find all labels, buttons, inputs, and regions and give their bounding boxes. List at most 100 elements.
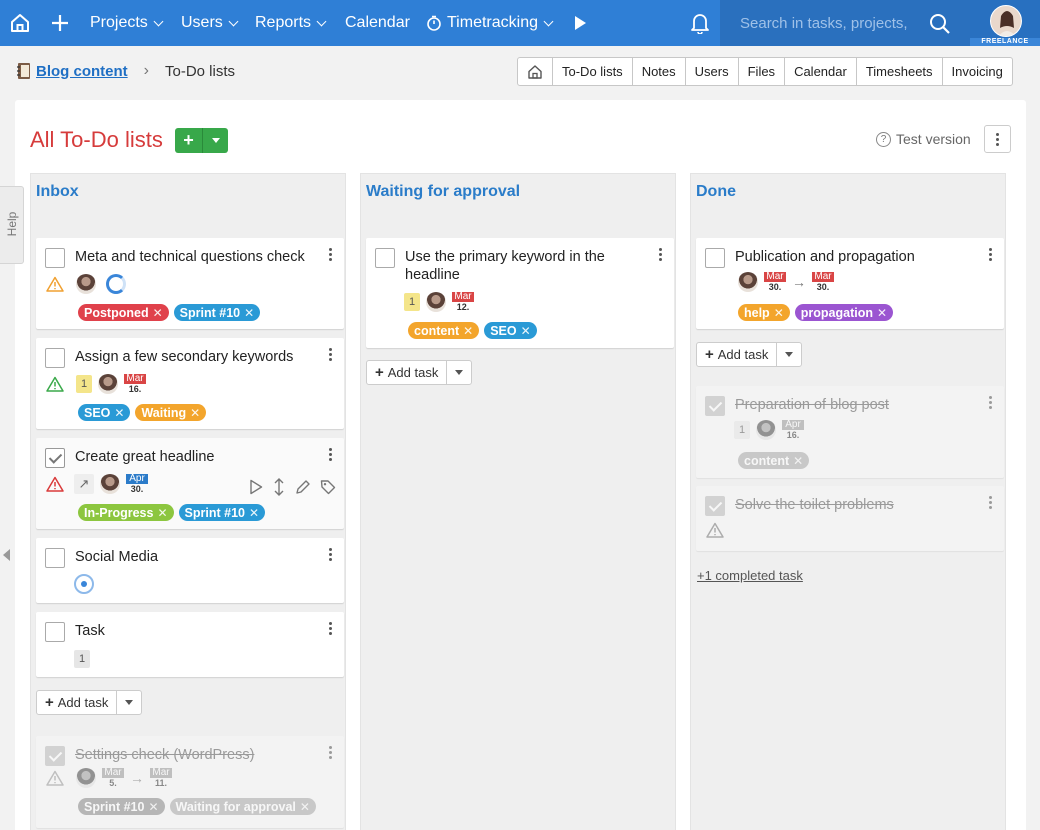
toolbar-home-button[interactable]	[518, 58, 552, 85]
search-input[interactable]: Search in tasks, projects, u	[720, 0, 970, 46]
remove-tag-icon[interactable]: ✕	[244, 306, 254, 320]
add-task-button[interactable]: + Add task	[367, 361, 448, 384]
tag-help[interactable]: help ✕	[738, 304, 790, 321]
play-icon[interactable]	[249, 479, 263, 495]
bell-icon[interactable]	[690, 0, 710, 46]
task-title[interactable]: Create great headline	[75, 448, 315, 466]
remove-tag-icon[interactable]: ✕	[300, 800, 310, 814]
task-menu-button[interactable]	[329, 348, 332, 361]
start-date[interactable]: Mar 30.	[764, 272, 786, 292]
toolbar-todo-lists[interactable]: To-Do lists	[552, 58, 632, 85]
assignee-avatar[interactable]	[756, 420, 776, 440]
nav-calendar[interactable]: Calendar	[345, 0, 410, 46]
user-avatar-menu[interactable]: FREELANCE	[970, 0, 1040, 46]
add-task-button[interactable]: + Add task	[697, 343, 778, 366]
move-vertical-icon[interactable]	[272, 478, 286, 496]
task-checkbox[interactable]	[45, 348, 65, 368]
toolbar-timesheets[interactable]: Timesheets	[855, 58, 942, 85]
task-checkbox[interactable]	[705, 248, 725, 268]
tag-seo[interactable]: SEO ✕	[484, 322, 537, 339]
task-checkbox[interactable]	[705, 396, 725, 416]
nav-timetracking[interactable]: Timetracking	[426, 0, 554, 46]
due-date[interactable]: Mar 11.	[150, 768, 172, 788]
remove-tag-icon[interactable]: ✕	[148, 800, 158, 814]
add-task-button[interactable]: + Add task	[37, 691, 118, 714]
tag-waiting-for-approval[interactable]: Waiting for approval ✕	[169, 798, 316, 815]
task-title[interactable]: Solve the toilet problems	[735, 496, 975, 514]
task-menu-button[interactable]	[329, 448, 332, 461]
task-menu-button[interactable]	[989, 396, 992, 409]
remove-tag-icon[interactable]: ✕	[877, 306, 887, 320]
tag-sprint[interactable]: Sprint #10 ✕	[173, 304, 261, 321]
collapse-left-icon[interactable]	[3, 549, 10, 561]
start-date[interactable]: Mar 5.	[102, 768, 124, 788]
plus-icon[interactable]	[50, 0, 70, 46]
task-menu-button[interactable]	[989, 496, 992, 509]
add-task-dropdown[interactable]	[777, 343, 801, 366]
due-date[interactable]: Apr 16.	[782, 420, 804, 440]
task-title[interactable]: Preparation of blog post	[735, 396, 975, 414]
play-icon[interactable]	[573, 0, 587, 46]
task-menu-button[interactable]	[329, 622, 332, 635]
toolbar-files[interactable]: Files	[737, 58, 784, 85]
remove-tag-icon[interactable]: ✕	[774, 306, 784, 320]
task-checkbox[interactable]	[705, 496, 725, 516]
task-checkbox[interactable]	[45, 548, 65, 568]
task-card-completed[interactable]: Solve the toilet problems	[696, 486, 1004, 551]
add-task-dropdown[interactable]	[117, 691, 141, 714]
remove-tag-icon[interactable]: ✕	[157, 506, 167, 520]
task-title[interactable]: Use the primary keyword in the headline	[405, 248, 645, 284]
task-menu-button[interactable]	[329, 746, 332, 759]
nav-projects[interactable]: Projects	[90, 0, 164, 46]
due-date[interactable]: Mar 12.	[452, 292, 474, 312]
page-menu-button[interactable]	[984, 125, 1011, 153]
remove-tag-icon[interactable]: ✕	[521, 324, 531, 338]
remove-tag-icon[interactable]: ✕	[249, 506, 259, 520]
task-title[interactable]: Publication and propagation	[735, 248, 975, 266]
breadcrumb-project-link[interactable]: Blog content	[36, 63, 128, 80]
search-icon[interactable]	[929, 13, 951, 35]
tag-sprint[interactable]: Sprint #10 ✕	[78, 798, 165, 815]
add-list-dropdown[interactable]	[203, 128, 228, 153]
task-title[interactable]: Meta and technical questions check	[75, 248, 315, 266]
nav-users[interactable]: Users	[181, 0, 239, 46]
add-list-button[interactable]: +	[175, 128, 203, 153]
assignee-avatar[interactable]	[98, 374, 118, 394]
due-date[interactable]: Mar 30.	[812, 272, 834, 292]
home-icon[interactable]	[9, 0, 31, 46]
task-title[interactable]: Assign a few secondary keywords	[75, 348, 315, 366]
due-date[interactable]: Mar 16.	[124, 374, 146, 394]
toolbar-notes[interactable]: Notes	[631, 58, 685, 85]
show-completed-link[interactable]: +1 completed task	[697, 568, 803, 583]
assignee-avatar[interactable]	[76, 768, 96, 788]
nav-reports[interactable]: Reports	[255, 0, 327, 46]
task-menu-button[interactable]	[989, 248, 992, 261]
task-title[interactable]: Social Media	[75, 548, 315, 566]
test-version-link[interactable]: ? Test version	[876, 131, 971, 147]
assignee-avatar[interactable]	[76, 274, 96, 294]
task-title[interactable]: Task	[75, 622, 315, 640]
tag-seo[interactable]: SEO ✕	[78, 404, 131, 421]
task-card[interactable]: Social Media	[36, 538, 344, 603]
add-task-dropdown[interactable]	[447, 361, 471, 384]
remove-tag-icon[interactable]: ✕	[463, 324, 473, 338]
due-date[interactable]: Apr 30.	[126, 474, 148, 494]
task-card-completed[interactable]: Settings check (WordPress) Mar 5. → Mar 11…	[36, 736, 344, 828]
task-checkbox[interactable]	[375, 248, 395, 268]
task-card[interactable]: Meta and technical questions check Postp…	[36, 238, 344, 329]
task-card[interactable]: Task 1	[36, 612, 344, 677]
task-checkbox[interactable]	[45, 248, 65, 268]
toolbar-users[interactable]: Users	[684, 58, 738, 85]
remove-tag-icon[interactable]: ✕	[190, 406, 200, 420]
tag-propagation[interactable]: propagation ✕	[794, 304, 894, 321]
task-checkbox[interactable]	[45, 746, 65, 766]
tag-in-progress[interactable]: In-Progress ✕	[78, 504, 174, 521]
tag-content[interactable]: content ✕	[408, 322, 480, 339]
tag-content[interactable]: content ✕	[738, 452, 810, 469]
task-menu-button[interactable]	[329, 248, 332, 261]
tag-waiting[interactable]: Waiting ✕	[135, 404, 207, 421]
task-checkbox[interactable]	[45, 622, 65, 642]
assignee-avatar[interactable]	[100, 474, 120, 494]
task-menu-button[interactable]	[659, 248, 662, 261]
task-card[interactable]: Assign a few secondary keywords 1 Mar 16.…	[36, 338, 344, 429]
